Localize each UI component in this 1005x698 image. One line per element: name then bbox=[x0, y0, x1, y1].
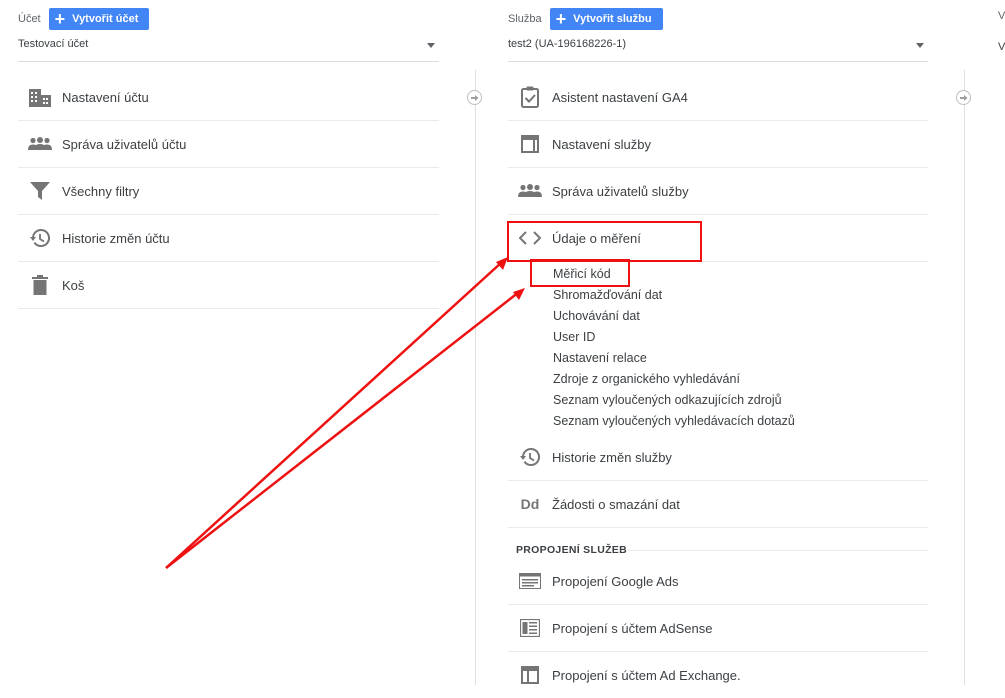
annotation-arrow-line bbox=[165, 291, 520, 569]
annotation-arrowhead bbox=[513, 288, 525, 300]
annotation-arrow-line bbox=[165, 261, 503, 569]
annotation-arrows bbox=[165, 257, 525, 569]
annotation-arrowhead bbox=[496, 257, 508, 270]
